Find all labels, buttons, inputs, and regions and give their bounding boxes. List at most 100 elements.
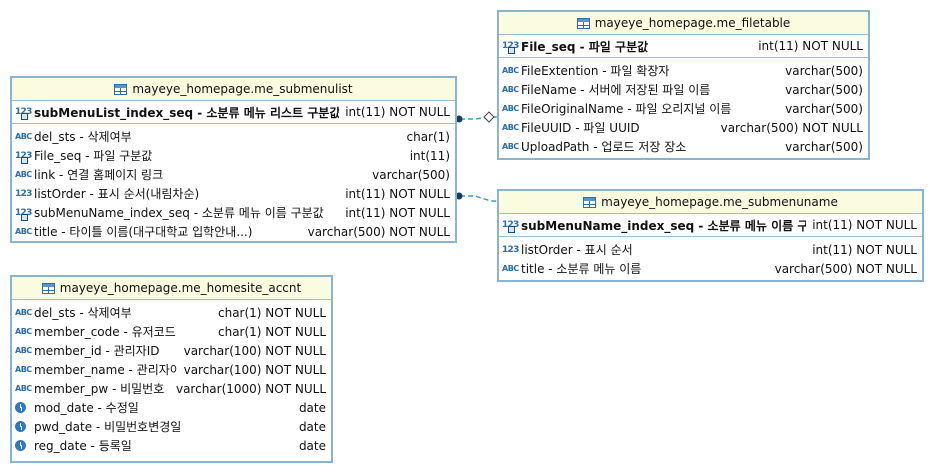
- foreign-key-number-icon: 123: [15, 207, 32, 221]
- table-header[interactable]: mayeye_homepage.me_submenuname: [499, 191, 922, 214]
- key-number-icon: 123: [502, 41, 519, 54]
- column-type: date: [298, 438, 326, 453]
- link-submenulist-to-submenuname: [460, 195, 497, 202]
- column-type: date: [298, 400, 326, 415]
- column-row[interactable]: ABC member_code - 유저코드 char(1) NOT NULL: [12, 322, 331, 341]
- column-type: varchar(100) NOT NULL: [183, 362, 326, 377]
- column-row[interactable]: ABC link - 연결 홈페이지 링크 varchar(500): [12, 165, 455, 184]
- abc-icon: ABC: [502, 66, 519, 75]
- abc-icon: ABC: [15, 308, 32, 317]
- column-list: ABC FileExtention - 파일 확장자 varchar(500) ABC…: [499, 58, 868, 156]
- column-name: title - 소분류 메뉴 이름: [521, 262, 642, 276]
- column-row[interactable]: ABC member_name - 관리자이름 varchar(100) NOT N…: [12, 360, 331, 379]
- column-type: int(11): [409, 148, 450, 163]
- key-number-icon: 123: [502, 220, 519, 233]
- primary-key-row[interactable]: 123 subMenuList_index_seq - 소분류 메뉴 리스트 구분…: [12, 101, 455, 124]
- column-name: FileOriginalName - 파일 오리지널 이름: [521, 102, 732, 116]
- table-title: mayeye_homepage.me_filetable: [594, 16, 791, 30]
- abc-icon: ABC: [15, 365, 32, 374]
- column-row[interactable]: mod_date - 수정일 date: [12, 398, 331, 417]
- column-row[interactable]: ABC FileExtention - 파일 확장자 varchar(500): [499, 61, 868, 80]
- column-type: varchar(500): [785, 101, 863, 116]
- column-name: File_seq - 파일 구분값: [34, 149, 153, 163]
- table-header[interactable]: mayeye_homepage.me_submenulist: [12, 78, 455, 101]
- column-list: ABC del_sts - 삭제여부 char(1) NOT NULL ABC memb…: [12, 300, 331, 455]
- abc-icon: ABC: [502, 264, 519, 273]
- table-header[interactable]: mayeye_homepage.me_homesite_accnt: [12, 277, 331, 300]
- link-end-diamond-filetable: [483, 111, 495, 123]
- column-row[interactable]: 123 listOrder - 표시 순서 int(11) NOT NULL: [499, 240, 922, 259]
- column-name: member_id - 관리자ID: [34, 344, 160, 358]
- column-row[interactable]: 123 listOrder - 표시 순서(내림차순) int(11) NOT NU…: [12, 184, 455, 203]
- column-row[interactable]: ABC title - 타이틀 이름(대구대학교 입학안내...) varchar(…: [12, 222, 455, 241]
- abc-icon: ABC: [15, 384, 32, 393]
- column-name: FileUUID - 파일 UUID: [521, 121, 640, 135]
- column-row[interactable]: ABC title - 소분류 메뉴 이름 varchar(500) NOT NUL…: [499, 259, 922, 278]
- table-me-submenulist[interactable]: mayeye_homepage.me_submenulist 123 subMenu…: [10, 76, 457, 243]
- table-icon: [41, 282, 55, 294]
- table-me-filetable[interactable]: mayeye_homepage.me_filetable 123 File_seq …: [497, 10, 870, 160]
- abc-icon: ABC: [502, 123, 519, 132]
- column-list: ABC del_sts - 삭제여부 char(1) 123 File_seq - 파일…: [12, 124, 455, 241]
- column-type: int(11) NOT NULL: [812, 242, 917, 257]
- column-type: varchar(500) NOT NULL: [307, 224, 450, 239]
- column-name: title - 타이틀 이름(대구대학교 입학안내...): [34, 225, 253, 239]
- table-me-homesite-accnt[interactable]: mayeye_homepage.me_homesite_accnt ABC del_…: [10, 275, 333, 463]
- column-row[interactable]: reg_date - 등록일 date: [12, 436, 331, 455]
- primary-key-row[interactable]: 123 subMenuName_index_seq - 소분류 메뉴 이름 구분값…: [499, 214, 922, 237]
- column-name: listOrder - 표시 순서: [521, 243, 633, 257]
- column-name: link - 연결 홈페이지 링크: [34, 168, 164, 182]
- abc-icon: ABC: [15, 227, 32, 236]
- table-title: mayeye_homepage.me_submenuname: [601, 195, 838, 209]
- table-header[interactable]: mayeye_homepage.me_filetable: [499, 12, 868, 35]
- column-row[interactable]: 123 File_seq - 파일 구분값 int(11): [12, 146, 455, 165]
- column-row[interactable]: ABC FileOriginalName - 파일 오리지널 이름 varchar(…: [499, 99, 868, 118]
- table-icon: [583, 196, 597, 208]
- column-row[interactable]: ABC del_sts - 삭제여부 char(1) NOT NULL: [12, 303, 331, 322]
- column-type: varchar(500) NOT NULL: [774, 261, 917, 276]
- column-row[interactable]: pwd_date - 비밀번호변경일 date: [12, 417, 331, 436]
- column-name: member_pw - 비밀번호: [34, 382, 165, 396]
- column-type: varchar(500): [785, 82, 863, 97]
- column-name: subMenuList_index_seq - 소분류 메뉴 리스트 구분값: [34, 105, 340, 120]
- abc-icon: ABC: [502, 104, 519, 113]
- column-type: char(1): [406, 129, 451, 144]
- table-icon: [114, 83, 128, 95]
- table-me-submenuname[interactable]: mayeye_homepage.me_submenuname 123 subMenu…: [497, 189, 924, 282]
- column-row[interactable]: ABC FileName - 서버에 저장된 파일 이름 varchar(500): [499, 80, 868, 99]
- abc-icon: ABC: [15, 170, 32, 179]
- column-type: varchar(500) NOT NULL: [720, 120, 863, 135]
- table-title: mayeye_homepage.me_submenulist: [132, 82, 353, 96]
- column-type: varchar(500): [785, 139, 863, 154]
- column-type: int(11) NOT NULL: [345, 186, 450, 201]
- column-row[interactable]: ABC del_sts - 삭제여부 char(1): [12, 127, 455, 146]
- column-name: FileExtention - 파일 확장자: [521, 64, 670, 78]
- column-name: listOrder - 표시 순서(내림차순): [34, 187, 200, 201]
- column-list: 123 listOrder - 표시 순서 int(11) NOT NULL ABC t…: [499, 237, 922, 278]
- column-type: varchar(1000) NOT NULL: [175, 381, 326, 396]
- column-row[interactable]: ABC FileUUID - 파일 UUID varchar(500) NOT NU…: [499, 118, 868, 137]
- number-icon: 123: [502, 244, 519, 255]
- abc-icon: ABC: [502, 142, 519, 151]
- column-row[interactable]: 123 subMenuName_index_seq - 소분류 메뉴 이름 구분값…: [12, 203, 455, 222]
- abc-icon: ABC: [502, 85, 519, 94]
- column-type: int(11) NOT NULL: [345, 105, 450, 119]
- abc-icon: ABC: [15, 132, 32, 141]
- column-row[interactable]: ABC member_id - 관리자ID varchar(100) NOT NUL…: [12, 341, 331, 360]
- column-row[interactable]: ABC member_pw - 비밀번호 varchar(1000) NOT NUL…: [12, 379, 331, 398]
- column-name: UploadPath - 업로드 저장 장소: [521, 140, 687, 154]
- key-number-icon: 123: [15, 107, 32, 120]
- column-name: member_name - 관리자이름: [34, 363, 178, 377]
- foreign-key-number-icon: 123: [15, 150, 32, 164]
- table-icon: [576, 17, 590, 29]
- clock-icon: [15, 440, 26, 451]
- table-title: mayeye_homepage.me_homesite_accnt: [59, 281, 302, 295]
- primary-key-row[interactable]: 123 File_seq - 파일 구분값 int(11) NOT NULL: [499, 35, 868, 58]
- abc-icon: ABC: [15, 346, 32, 355]
- column-row[interactable]: ABC UploadPath - 업로드 저장 장소 varchar(500): [499, 137, 868, 156]
- column-name: del_sts - 삭제여부: [34, 130, 132, 144]
- clock-icon: [15, 421, 26, 432]
- column-name: subMenuName_index_seq - 소분류 메뉴 이름 구분값: [34, 206, 324, 220]
- column-type: int(11) NOT NULL: [758, 39, 863, 53]
- column-type: varchar(500): [785, 63, 863, 78]
